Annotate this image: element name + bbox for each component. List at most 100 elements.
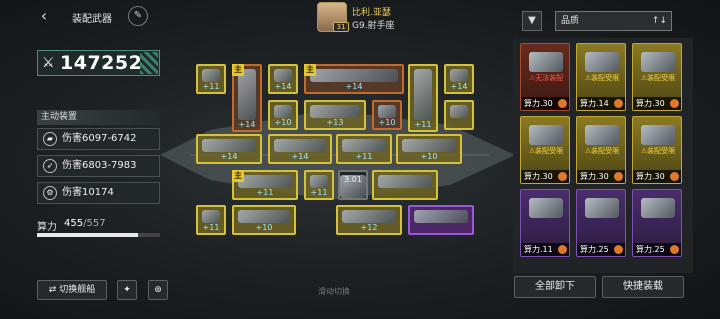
weapon-icon bbox=[274, 105, 292, 118]
capacity-bar bbox=[37, 233, 160, 237]
weapon-icon bbox=[414, 210, 468, 223]
slot-level: +10 bbox=[378, 118, 396, 127]
weapon-icon bbox=[450, 69, 468, 82]
captain-subtitle: G9.射手座 bbox=[352, 21, 395, 31]
slot-level: +11 bbox=[256, 188, 274, 197]
inventory-card[interactable]: ⚠装配受限 算力.14 bbox=[576, 43, 626, 111]
weapon-icon bbox=[641, 52, 675, 72]
sort-order-icon: ↑↓ bbox=[651, 16, 667, 26]
active-item-missile[interactable]: ➶ 伤害6803-7983 bbox=[37, 155, 160, 177]
back-icon[interactable]: ‹ bbox=[34, 6, 54, 26]
weapon-icon bbox=[378, 175, 432, 188]
equipment-slot[interactable]: +13 bbox=[304, 100, 366, 130]
equipment-slot[interactable] bbox=[408, 205, 474, 235]
slot-level: +11 bbox=[202, 82, 220, 91]
ship-type-icon bbox=[614, 245, 623, 254]
sort-dropdown[interactable]: 品质 ↑↓ bbox=[555, 11, 672, 31]
inventory-card[interactable]: ⚠无法装配算力.30 bbox=[520, 43, 570, 111]
equipment-slot[interactable]: 3.01 bbox=[338, 170, 368, 200]
card-warning: ⚠装配受限 bbox=[584, 147, 620, 155]
inventory-card[interactable]: 算力.25 bbox=[632, 189, 682, 257]
weapon-icon bbox=[274, 139, 326, 152]
inventory-card[interactable]: ⚠装配受限 算力.30 bbox=[520, 116, 570, 184]
slot-level: +10 bbox=[274, 118, 292, 127]
capacity-current: 455 bbox=[64, 218, 84, 229]
equipment-slot[interactable]: +10 bbox=[268, 100, 298, 130]
weapon-icon bbox=[202, 69, 220, 82]
equipment-slot[interactable]: +14 bbox=[196, 134, 262, 164]
inventory-card[interactable]: ⚠装配受限 算力.30 bbox=[632, 43, 682, 111]
quick-equip-button[interactable]: 快捷装载 bbox=[602, 276, 684, 298]
fleet-icon[interactable]: ✦ bbox=[117, 280, 137, 300]
card-power: 算力.30 bbox=[633, 170, 681, 183]
equipment-slot[interactable]: +11 bbox=[336, 134, 392, 164]
equipment-slot[interactable]: +11 bbox=[304, 170, 334, 200]
equipment-slot[interactable]: +14 bbox=[444, 64, 474, 94]
card-warning: ⚠装配受限 bbox=[640, 147, 676, 155]
equipment-slot[interactable]: +10 bbox=[232, 205, 296, 235]
weapon-icon bbox=[529, 125, 563, 145]
inventory-card[interactable]: ⚠装配受限算力.30 bbox=[576, 116, 626, 184]
equipment-slot[interactable]: +10 bbox=[372, 100, 402, 130]
equipment-slot[interactable] bbox=[372, 170, 438, 200]
inventory-card[interactable]: 算力.11 bbox=[520, 189, 570, 257]
card-warning: ⚠无法装配 bbox=[528, 74, 564, 82]
ship-type-icon bbox=[670, 99, 679, 108]
capacity-bar-fill bbox=[37, 233, 138, 237]
equipment-slot[interactable]: +14 bbox=[268, 134, 332, 164]
ship-type-icon bbox=[614, 99, 623, 108]
sort-label: 品质 bbox=[561, 16, 580, 26]
switch-ship-button[interactable]: ⇄ 切换舰船 bbox=[37, 280, 107, 300]
slot-level: +10 bbox=[255, 223, 273, 232]
ship-type-icon bbox=[558, 99, 567, 108]
equipment-slot[interactable]: +11 bbox=[196, 64, 226, 94]
unequip-all-button[interactable]: 全部卸下 bbox=[514, 276, 596, 298]
equipment-slot[interactable] bbox=[444, 100, 474, 130]
weapon-icon bbox=[238, 175, 292, 188]
inventory-card[interactable]: ⚠装配受限算力.30 bbox=[632, 116, 682, 184]
slot-level: +10 bbox=[420, 152, 438, 161]
filter-icon[interactable]: ▼ bbox=[522, 11, 542, 31]
card-power: 算力.30 bbox=[521, 97, 569, 110]
equipment-slot[interactable]: +12 bbox=[336, 205, 402, 235]
weapon-icon bbox=[585, 52, 619, 72]
captain-name: 比利.亚瑟 bbox=[352, 8, 391, 18]
equipment-slot[interactable]: +11 bbox=[196, 205, 226, 235]
equipment-slot[interactable]: 主 +14 bbox=[232, 64, 262, 132]
main-badge: 主 bbox=[304, 64, 316, 76]
slot-level: +14 bbox=[274, 82, 292, 91]
inventory-card[interactable]: 算力.25 bbox=[576, 189, 626, 257]
weapon-icon bbox=[450, 105, 468, 118]
target-icon[interactable]: ⊛ bbox=[148, 280, 168, 300]
captain-level-badge: 31 bbox=[333, 22, 349, 32]
slot-level: 3.01 bbox=[340, 175, 366, 198]
power-stripe-decoration bbox=[140, 52, 158, 74]
equipment-slot[interactable]: 主 +14 bbox=[304, 64, 404, 94]
weapon-icon bbox=[378, 105, 396, 118]
damage-text: 伤害10174 bbox=[62, 187, 114, 198]
active-item-gear[interactable]: ⚙ 伤害10174 bbox=[37, 182, 160, 204]
equipment-slot[interactable]: +11 bbox=[408, 64, 438, 132]
weapon-icon bbox=[585, 198, 619, 218]
weapon-icon bbox=[641, 125, 675, 145]
capacity-value: 455/557 bbox=[64, 218, 106, 229]
equipment-slot[interactable]: +14 bbox=[268, 64, 298, 94]
weapon-icon bbox=[585, 125, 619, 145]
equipment-slot[interactable]: 主 +11 bbox=[232, 170, 298, 200]
edit-icon[interactable]: ✎ bbox=[128, 6, 148, 26]
slot-level: +11 bbox=[355, 152, 373, 161]
power-value: 147252 bbox=[60, 52, 143, 74]
weapon-icon bbox=[238, 69, 256, 120]
active-item-gun[interactable]: ▰ 伤害6097-6742 bbox=[37, 128, 160, 150]
weapon-icon bbox=[402, 139, 456, 152]
card-power: 算力.30 bbox=[577, 170, 625, 183]
scroll-hint: 滑动切换 bbox=[318, 287, 350, 296]
slot-level: +11 bbox=[310, 188, 328, 197]
slot-level: +13 bbox=[326, 118, 344, 127]
equipment-slot[interactable]: +10 bbox=[396, 134, 462, 164]
page-title: 装配武器 bbox=[72, 14, 112, 25]
card-power: 算力.30 bbox=[521, 170, 569, 183]
main-badge: 主 bbox=[232, 170, 244, 182]
crossed-swords-icon: ⚔ bbox=[42, 55, 55, 71]
weapon-icon bbox=[310, 175, 328, 188]
